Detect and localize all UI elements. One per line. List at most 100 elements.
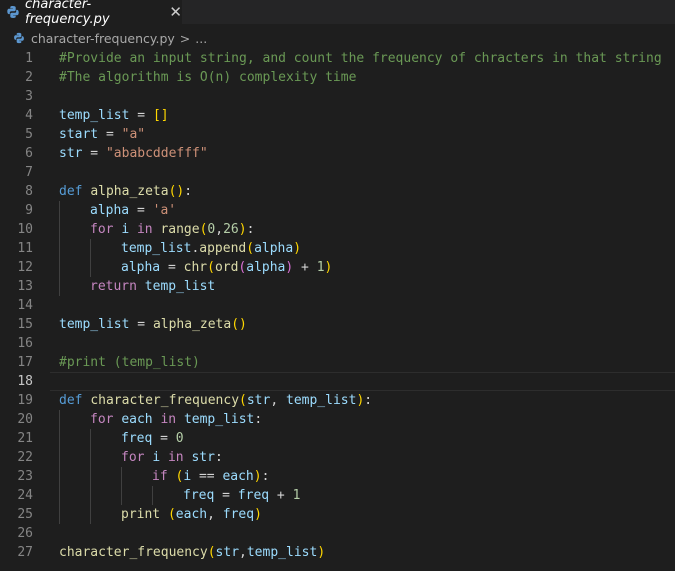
code-line[interactable]: 27 character_frequency(str,temp_list) [0,543,675,562]
code-token: ( [246,241,255,256]
code-line[interactable]: 20 for each in temp_list: [0,410,675,429]
code-token: str [246,393,271,408]
code-token: temp_list [121,241,192,256]
code-line[interactable]: 12 alpha = chr(ord(alpha) + 1) [0,258,675,277]
code-token: 26 [223,222,239,237]
code-line[interactable]: 14 [0,296,675,315]
code-token: + [269,488,293,503]
code-token: ) [324,260,333,275]
line-number: 17 [17,355,33,370]
code-token: chr [183,260,208,275]
code-line[interactable]: 16 [0,334,675,353]
code-text: freq = freq + 1 [183,486,300,505]
code-line[interactable]: 3 [0,87,675,106]
code-token: freq [237,488,270,503]
code-editor[interactable]: 1 #Provide an input string, and count the… [0,49,675,562]
code-line[interactable]: 5 start = "a" [0,125,675,144]
breadcrumb-symbols[interactable]: ... [195,31,207,46]
code-token: , [215,222,224,237]
code-line[interactable]: 18 [0,372,675,391]
line-number: 20 [17,412,33,427]
code-line[interactable]: 7 [0,163,675,182]
code-token: : [364,393,373,408]
code-line[interactable]: 10 for i in range(0,26): [0,220,675,239]
indent-guide [121,467,122,486]
code-token: ( [207,260,215,275]
code-token: for [90,222,114,237]
tab-character-frequency[interactable]: character-frequency.py ✕ [0,0,182,27]
code-token: character_frequency [90,393,240,408]
code-line[interactable]: 2 #The algorithm is O(n) complexity time [0,68,675,87]
code-text: #print (temp_list) [59,353,200,372]
line-number: 27 [17,545,33,560]
indent-guide [59,505,60,524]
line-number: 16 [17,336,33,351]
line-number: 12 [17,260,33,275]
code-token: ) [238,222,247,237]
line-number: 19 [17,393,33,408]
tab-bar: character-frequency.py ✕ [0,0,675,27]
code-line[interactable]: 11 temp_list.append(alpha) [0,239,675,258]
code-line[interactable]: 1 #Provide an input string, and count the… [0,49,675,68]
code-line[interactable]: 21 freq = 0 [0,429,675,448]
code-token: == [191,469,223,484]
code-text: for i in str: [121,448,223,467]
code-token: + [293,260,317,275]
code-text: def character_frequency(str, temp_list): [59,391,372,410]
code-token: : [246,222,255,237]
code-text: for i in range(0,26): [90,220,254,239]
code-token: in [136,222,153,237]
indent-guide [59,201,60,220]
code-token: = [160,260,184,275]
code-token: = [214,488,238,503]
code-token: ( [239,393,247,408]
line-number: 22 [17,450,33,465]
code-line[interactable]: 26 [0,524,675,543]
code-token: = [129,108,153,123]
code-token: ) [317,545,326,560]
code-token: = [82,146,106,161]
indent-guide [121,486,122,505]
code-line[interactable]: 24 freq = freq + 1 [0,486,675,505]
code-line[interactable]: 6 str = "ababcddefff" [0,144,675,163]
code-line[interactable]: 23 if (i == each): [0,467,675,486]
code-token: , [207,507,223,522]
code-token: ) [293,241,302,256]
indent-guide [152,486,153,505]
code-text: return temp_list [90,277,215,296]
code-token: temp_list [183,412,255,427]
close-icon[interactable]: ✕ [169,3,182,21]
indent-guide [90,505,91,524]
code-token: temp_list [59,108,130,123]
indent-guide [59,258,60,277]
code-token: freq [222,507,255,522]
line-number: 24 [17,488,33,503]
code-line[interactable]: 19 def character_frequency(str, temp_list… [0,391,675,410]
code-text: for each in temp_list: [90,410,262,429]
code-token: in [160,412,177,427]
code-token: temp_list [286,393,357,408]
code-line[interactable]: 17 #print (temp_list) [0,353,675,372]
code-token: : [261,469,270,484]
line-number: 26 [17,526,33,541]
code-token: i [121,222,130,237]
code-line[interactable]: 25 print (each, freq) [0,505,675,524]
code-token: append [199,241,247,256]
code-token: ( [167,507,176,522]
tab-label: character-frequency.py [25,0,110,27]
code-line[interactable]: 4 temp_list = [] [0,106,675,125]
code-line[interactable]: 9 alpha = 'a' [0,201,675,220]
line-number: 25 [17,507,33,522]
indent-guide [90,239,91,258]
breadcrumb-file[interactable]: character-frequency.py [31,31,175,46]
line-number: 7 [25,165,33,180]
line-number: 1 [25,51,33,66]
code-line[interactable]: 22 for i in str: [0,448,675,467]
code-token: character_frequency [59,545,208,560]
code-line[interactable]: 8 def alpha_zeta(): [0,182,675,201]
code-token: alpha [254,241,294,256]
code-token: def [59,393,83,408]
code-line[interactable]: 13 return temp_list [0,277,675,296]
indent-guide [59,429,60,448]
code-line[interactable]: 15 temp_list = alpha_zeta() [0,315,675,334]
